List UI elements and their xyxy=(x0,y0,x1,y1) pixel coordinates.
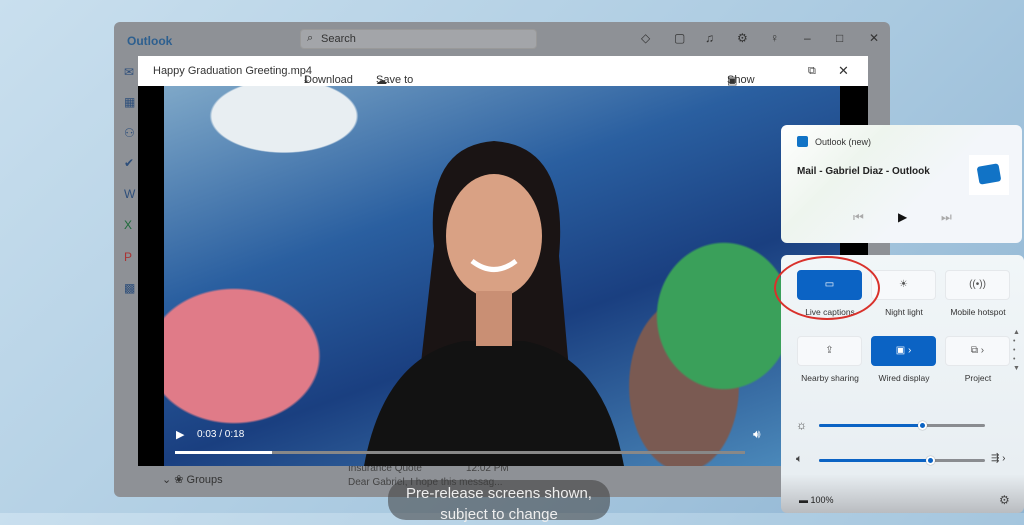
caption-overlay: Pre-release screens shown, subject to ch… xyxy=(388,480,610,523)
battery-percent: 100% xyxy=(810,495,834,505)
share-icon: ⇪ xyxy=(825,345,834,356)
outlook-app-icon xyxy=(797,136,808,147)
audio-output-button[interactable]: ⇶ › xyxy=(991,453,1006,464)
speaker-icon: 🔈︎ xyxy=(796,453,803,465)
notes-icon[interactable]: ▢ xyxy=(674,31,685,45)
tile-project[interactable]: ⧉ › xyxy=(945,336,1010,366)
person-in-video xyxy=(364,141,624,466)
previous-track-button[interactable]: ⏮ xyxy=(853,210,864,225)
hotspot-icon: ((•)) xyxy=(969,279,986,290)
calendar-icon[interactable]: ▦ xyxy=(124,95,135,109)
todo-icon[interactable]: ✔ xyxy=(124,156,134,170)
brightness-icon: ☼ xyxy=(796,418,807,432)
close-viewer-button[interactable]: ✕ xyxy=(838,63,849,79)
groups-label: Groups xyxy=(186,474,223,486)
media-play-button[interactable]: ▶ xyxy=(898,210,907,224)
night-light-icon: ☀ xyxy=(899,279,908,290)
popout-icon[interactable]: ⧉ xyxy=(808,65,816,78)
tile-mobile-hotspot[interactable]: ((•)) xyxy=(945,270,1010,300)
video-time: 0:03 / 0:18 xyxy=(197,429,245,440)
bell-icon[interactable]: ♫ xyxy=(705,31,714,45)
mail-icon[interactable]: ✉ xyxy=(124,65,134,79)
media-title: Mail - Gabriel Diaz - Outlook xyxy=(797,166,930,177)
play-button[interactable]: ▶ xyxy=(176,428,184,441)
tile-wired-display[interactable]: ▣ › xyxy=(871,336,936,366)
file-name: Happy Graduation Greeting.mp4 xyxy=(153,65,312,77)
video-progress-bar[interactable] xyxy=(175,451,745,454)
next-track-button[interactable]: ⏭ xyxy=(941,210,952,225)
brightness-fill xyxy=(819,424,922,427)
volume-fill xyxy=(819,459,931,462)
brightness-knob[interactable] xyxy=(917,421,927,430)
download-label: Download xyxy=(304,74,353,86)
display-icon: ▣ › xyxy=(895,345,912,356)
search-input[interactable]: ⌕ Search xyxy=(300,29,537,49)
video-progress-fill xyxy=(175,451,272,454)
close-button[interactable]: ✕ xyxy=(869,31,879,45)
highlight-circle xyxy=(774,256,880,320)
volume-button[interactable]: 🔊︎ xyxy=(753,427,761,442)
apps-icon[interactable]: ▩ xyxy=(124,281,135,295)
project-icon: ⧉ › xyxy=(970,345,985,356)
tile-label-project: Project xyxy=(964,373,992,383)
media-app-name: Outlook (new) xyxy=(815,137,872,147)
media-card: Outlook (new) Mail - Gabriel Diaz - Outl… xyxy=(781,125,1022,243)
groups-folder[interactable]: ⌄ ❀ Groups xyxy=(162,473,223,486)
page-scroll-indicator[interactable]: ▲ • • • ▼ xyxy=(1013,328,1020,373)
lightbulb-icon[interactable]: ♀ xyxy=(770,31,779,45)
powerpoint-icon[interactable]: P xyxy=(124,250,132,264)
maximize-button[interactable]: □ xyxy=(836,31,843,45)
battery-status[interactable]: ▬ 100% xyxy=(799,495,834,505)
word-icon[interactable]: W xyxy=(124,187,135,201)
settings-gear-icon[interactable]: ⚙ xyxy=(999,493,1010,507)
media-thumbnail xyxy=(969,155,1009,195)
video-frame xyxy=(164,86,840,466)
viewer-header: Happy Graduation Greeting.mp4 ⤓ Download… xyxy=(138,56,868,98)
volume-knob[interactable] xyxy=(926,456,936,465)
minimize-button[interactable]: – xyxy=(804,31,811,45)
video-player[interactable]: ▶ 0:03 / 0:18 🔊︎ xyxy=(138,86,868,466)
tile-label-mobile-hotspot: Mobile hotspot xyxy=(950,307,1006,317)
search-icon: ⌕ xyxy=(307,32,314,44)
gear-icon[interactable]: ⚙ xyxy=(737,31,748,45)
app-title: Outlook xyxy=(127,34,173,48)
search-placeholder: Search xyxy=(321,33,356,45)
people-icon[interactable]: ⚇ xyxy=(124,126,135,140)
excel-icon[interactable]: X xyxy=(124,218,132,232)
brightness-slider[interactable] xyxy=(819,421,985,430)
volume-slider[interactable] xyxy=(819,456,985,465)
tile-nearby-sharing[interactable]: ⇪ xyxy=(797,336,862,366)
tile-night-light[interactable]: ☀ xyxy=(871,270,936,300)
diamond-icon[interactable]: ◇ xyxy=(641,31,650,45)
